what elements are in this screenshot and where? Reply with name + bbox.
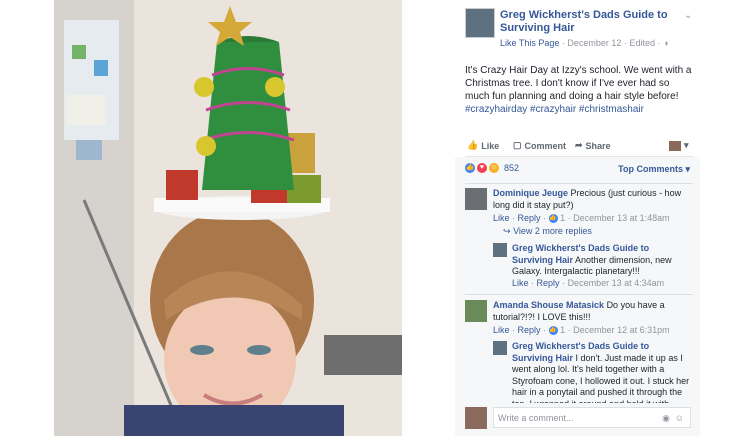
post-photo[interactable] bbox=[54, 0, 402, 436]
top-comments-dropdown[interactable]: Top Comments ▾ bbox=[618, 164, 690, 175]
reply: Greg Wickherst's Dads Guide to Surviving… bbox=[512, 243, 690, 278]
like-badge-icon: 👍 bbox=[548, 326, 558, 336]
comment: Dominique Jeuge Precious (just curious -… bbox=[493, 188, 691, 211]
page-name-link[interactable]: Greg Wickherst's Dads Guide to Surviving… bbox=[500, 9, 675, 35]
edited-label[interactable]: Edited bbox=[629, 38, 655, 48]
page-reply-avatar[interactable] bbox=[493, 341, 507, 355]
comment-input[interactable]: Write a comment... ◉ ☺ bbox=[493, 407, 691, 428]
reply: Greg Wickherst's Dads Guide to Surviving… bbox=[512, 341, 690, 403]
caret-down-icon: ▾ bbox=[684, 140, 689, 150]
share-button[interactable]: ➦ Share bbox=[575, 140, 611, 151]
thumbs-up-icon: 👍 bbox=[467, 140, 479, 150]
user-avatar-small bbox=[669, 140, 681, 151]
post-panel: Greg Wickherst's Dads Guide to Surviving… bbox=[455, 0, 700, 436]
post-text: It's Crazy Hair Day at Izzy's school. We… bbox=[465, 64, 693, 116]
post-meta: Like This Page · December 12 · Edited · … bbox=[500, 38, 669, 48]
emoji-icon[interactable]: ☺ bbox=[675, 408, 684, 429]
reply-time[interactable]: December 13 at 4:34am bbox=[568, 278, 665, 288]
comment: Amanda Shouse Matasick Do you have a tut… bbox=[493, 300, 691, 323]
like-page-link[interactable]: Like This Page bbox=[500, 38, 559, 48]
comment-icon: ▢ bbox=[513, 140, 522, 150]
commenter-avatar[interactable] bbox=[465, 188, 487, 210]
page-avatar[interactable] bbox=[465, 8, 495, 38]
reply-reply-link[interactable]: Reply bbox=[537, 278, 560, 288]
haha-reaction-icon: ☺ bbox=[489, 163, 499, 173]
page-reply-avatar[interactable] bbox=[493, 243, 507, 257]
like-reaction-icon: 👍 bbox=[465, 163, 475, 173]
reply-meta: Like · Reply · December 13 at 4:34am bbox=[512, 278, 665, 288]
divider bbox=[465, 294, 693, 295]
reaction-count: 852 bbox=[504, 163, 520, 173]
comment-reply-link[interactable]: Reply bbox=[518, 213, 541, 223]
reactions-summary[interactable]: 👍 ♥ ☺ 852 bbox=[465, 163, 519, 173]
commenter-name[interactable]: Dominique Jeuge bbox=[493, 188, 568, 198]
love-reaction-icon: ♥ bbox=[477, 163, 487, 173]
comment-like-link[interactable]: Like bbox=[493, 213, 510, 223]
share-icon: ➦ bbox=[575, 140, 583, 150]
post-actions: 👍 Like ▢ Comment ➦ Share ▾ bbox=[465, 136, 693, 157]
audience-selector[interactable]: ▾ bbox=[669, 140, 689, 151]
comment-like-link[interactable]: Like bbox=[493, 325, 510, 335]
crazy-hair-christmas-tree-photo bbox=[54, 0, 402, 436]
commenter-avatar[interactable] bbox=[465, 300, 487, 322]
comment-meta: Like · Reply · 👍 1 · December 13 at 1:48… bbox=[493, 213, 670, 224]
post-date[interactable]: December 12 bbox=[567, 38, 621, 48]
comment-reply-link[interactable]: Reply bbox=[518, 325, 541, 335]
post-body: It's Crazy Hair Day at Izzy's school. We… bbox=[465, 65, 692, 102]
post-hashtags[interactable]: #crazyhairday #crazyhair #christmashair bbox=[465, 104, 644, 115]
like-badge-icon: 👍 bbox=[548, 214, 558, 224]
comment-time[interactable]: December 13 at 1:48am bbox=[573, 213, 670, 223]
comment-like-count[interactable]: 1 bbox=[560, 325, 565, 335]
view-more-replies[interactable]: ↪ View 2 more replies bbox=[503, 226, 592, 237]
comment-button[interactable]: ▢ Comment bbox=[513, 140, 566, 151]
current-user-avatar[interactable] bbox=[465, 407, 487, 429]
comment-time[interactable]: December 12 at 6:31pm bbox=[573, 325, 670, 335]
comments-area: 👍 ♥ ☺ 852 Top Comments ▾ Dominique Jeuge… bbox=[455, 157, 700, 436]
divider bbox=[465, 183, 693, 184]
comment-like-count[interactable]: 1 bbox=[560, 213, 565, 223]
globe-icon: ◑ bbox=[662, 38, 669, 48]
comment-meta: Like · Reply · 👍 1 · December 12 at 6:31… bbox=[493, 325, 670, 336]
commenter-name[interactable]: Amanda Shouse Matasick bbox=[493, 300, 604, 310]
reply-like-link[interactable]: Like bbox=[512, 278, 529, 288]
reply-arrow-icon: ↪ bbox=[503, 226, 511, 236]
chevron-down-icon[interactable]: ⌄ bbox=[684, 10, 692, 21]
camera-icon[interactable]: ◉ bbox=[662, 408, 670, 429]
like-button[interactable]: 👍 Like bbox=[467, 140, 499, 151]
